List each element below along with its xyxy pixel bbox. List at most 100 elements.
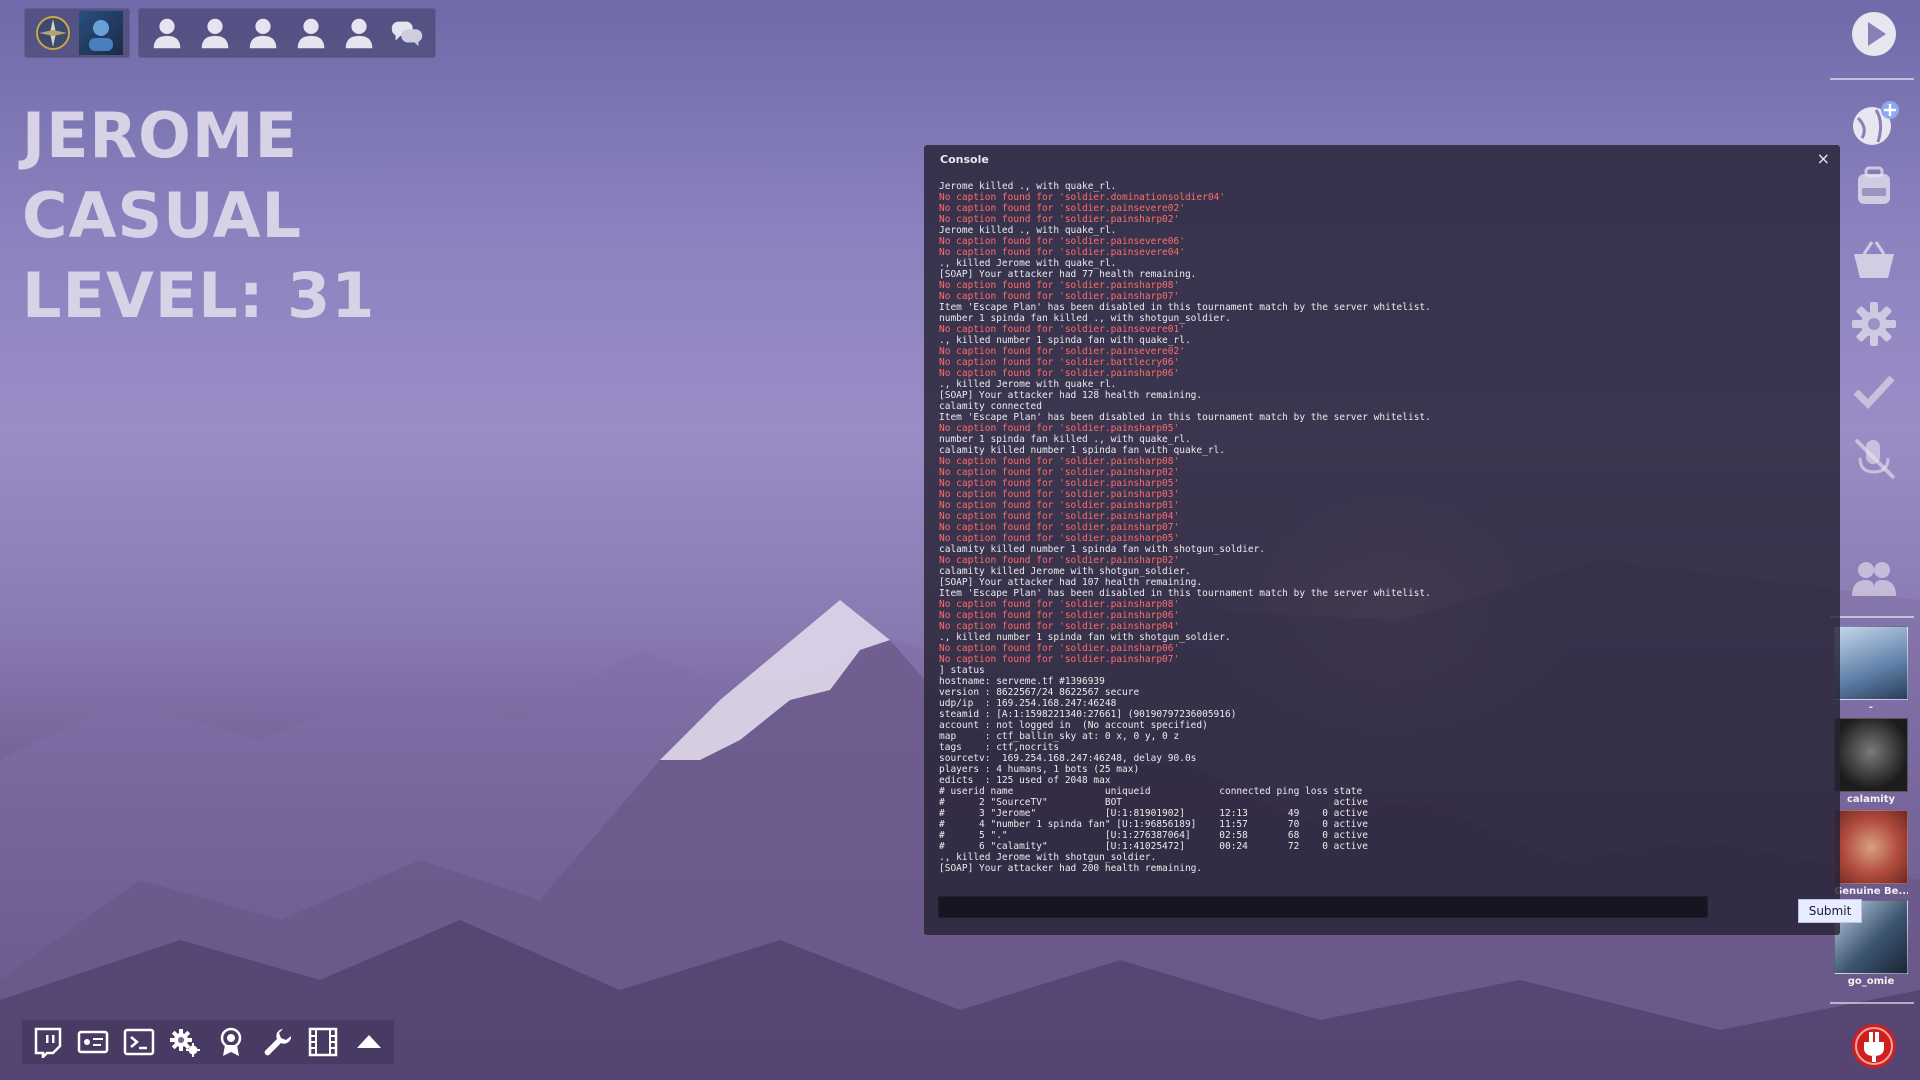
friend-item[interactable]: calamity (1834, 718, 1908, 805)
film-icon[interactable] (304, 1023, 342, 1061)
friend-name: calamity (1847, 794, 1895, 805)
submit-button[interactable]: Submit (1798, 899, 1862, 923)
console-error-line: No caption found for 'soldier.painsevere… (939, 324, 1185, 335)
divider (1830, 616, 1914, 618)
console-line: version : 8622567/24 8622567 secure (939, 687, 1140, 698)
console-line: Item 'Escape Plan' has been disabled in … (939, 302, 1431, 313)
avatar[interactable] (79, 11, 123, 55)
person-icon[interactable] (241, 11, 285, 55)
person-icon[interactable] (289, 11, 333, 55)
console-line: ., killed Jerome with quake_rl. (939, 379, 1117, 390)
console-line: Jerome killed ., with quake_rl. (939, 225, 1117, 236)
arrow-up-icon[interactable] (350, 1023, 388, 1061)
game-mode: CASUAL (22, 179, 303, 252)
bottom-toolbar (22, 1020, 394, 1064)
console-error-line: No caption found for 'soldier.painsharp0… (939, 500, 1180, 511)
console-icon[interactable] (120, 1023, 158, 1061)
party-bar (24, 8, 436, 58)
avatar[interactable] (1834, 718, 1908, 792)
console-error-line: No caption found for 'soldier.painsharp0… (939, 533, 1180, 544)
gear-icon[interactable] (1846, 296, 1902, 352)
replay-icon[interactable] (74, 1023, 112, 1061)
console-line: ] status (939, 665, 985, 676)
console-error-line: No caption found for 'soldier.painsharp0… (939, 522, 1180, 533)
console-error-line: No caption found for 'soldier.painsharp0… (939, 654, 1180, 665)
console-line: edicts : 125 used of 2048 max (939, 775, 1111, 786)
wrench-icon[interactable] (258, 1023, 296, 1061)
store-basket-icon[interactable] (1846, 232, 1902, 288)
console-title: Console (940, 153, 989, 166)
console-error-line: No caption found for 'soldier.painsharp0… (939, 423, 1180, 434)
person-icon[interactable] (193, 11, 237, 55)
achievements-icon[interactable] (212, 1023, 250, 1061)
backpack-icon[interactable] (1846, 158, 1902, 214)
console-error-line: No caption found for 'soldier.painsharp0… (939, 291, 1180, 302)
console-input[interactable] (938, 896, 1708, 918)
friend-name: Genuine Be... (1834, 886, 1908, 897)
person-icon[interactable] (337, 11, 381, 55)
power-plug-icon[interactable] (1846, 1018, 1902, 1074)
console-error-line: No caption found for 'soldier.painsevere… (939, 346, 1185, 357)
console-line: sourcetv: 169.254.168.247:46248, delay 9… (939, 753, 1197, 764)
console-error-line: No caption found for 'soldier.painsevere… (939, 203, 1185, 214)
friend-item[interactable]: - (1834, 626, 1908, 713)
party-slots (138, 8, 436, 58)
console-line: udp/ip : 169.254.168.247:46248 (939, 698, 1117, 709)
console-line: [SOAP] Your attacker had 128 health rema… (939, 390, 1203, 401)
console-error-line: No caption found for 'soldier.painsharp0… (939, 467, 1180, 478)
avatar[interactable] (1834, 810, 1908, 884)
console-line: # 2 "SourceTV" BOT active (939, 797, 1368, 808)
console-error-line: No caption found for 'soldier.painsharp0… (939, 489, 1180, 500)
close-icon[interactable]: × (1817, 149, 1830, 168)
console-line: calamity killed Jerome with shotgun_sold… (939, 566, 1191, 577)
divider (1830, 78, 1914, 80)
console-line: calamity killed number 1 spinda fan with… (939, 445, 1225, 456)
player-info: JEROME CASUAL LEVEL: 31 (22, 96, 375, 336)
compass-icon[interactable] (31, 11, 75, 55)
console-line: number 1 spinda fan killed ., with quake… (939, 434, 1191, 445)
console-line: steamid : [A:1:1598221340:27661] (901907… (939, 709, 1237, 720)
console-line: Jerome killed ., with quake_rl. (939, 181, 1117, 192)
muted-mic-icon[interactable] (1846, 430, 1902, 486)
console-line: # 6 "calamity" [U:1:41025472] 00:24 72 0… (939, 841, 1368, 852)
console-error-line: No caption found for 'soldier.painsharp0… (939, 511, 1180, 522)
twitch-icon[interactable] (28, 1023, 66, 1061)
console-window: Console × Jerome killed ., with quake_rl… (924, 145, 1862, 935)
console-error-line: No caption found for 'soldier.battlecry0… (939, 357, 1180, 368)
divider (1830, 1002, 1914, 1004)
console-error-line: No caption found for 'soldier.painsharp0… (939, 555, 1180, 566)
console-error-line: No caption found for 'soldier.painsharp0… (939, 478, 1180, 489)
console-line: calamity connected (939, 401, 1042, 412)
chat-bubbles-icon[interactable] (385, 11, 429, 55)
console-line: [SOAP] Your attacker had 77 health remai… (939, 269, 1197, 280)
console-line: ., killed number 1 spinda fan with shotg… (939, 632, 1231, 643)
console-error-line: No caption found for 'soldier.painsevere… (939, 236, 1185, 247)
console-error-line: No caption found for 'soldier.painsharp0… (939, 610, 1180, 621)
friends-icon[interactable] (1846, 550, 1902, 606)
console-line: [SOAP] Your attacker had 200 health rema… (939, 863, 1203, 874)
profile-box (24, 8, 130, 58)
console-error-line: No caption found for 'soldier.painsharp0… (939, 621, 1180, 632)
settings-gears-icon[interactable] (166, 1023, 204, 1061)
console-line: Item 'Escape Plan' has been disabled in … (939, 588, 1431, 599)
console-line: Item 'Escape Plan' has been disabled in … (939, 412, 1431, 423)
console-error-line: No caption found for 'soldier.painsharp0… (939, 214, 1180, 225)
console-line: ., killed number 1 spinda fan with quake… (939, 335, 1191, 346)
person-icon[interactable] (145, 11, 189, 55)
console-line: ., killed Jerome with quake_rl. (939, 258, 1117, 269)
checkmark-icon[interactable] (1846, 362, 1902, 418)
console-line: # 5 "." [U:1:276387064] 02:58 68 0 activ… (939, 830, 1368, 841)
console-error-line: No caption found for 'soldier.painsevere… (939, 247, 1185, 258)
avatar[interactable] (1834, 626, 1908, 700)
console-line: map : ctf_ballin_sky at: 0 x, 0 y, 0 z (939, 731, 1180, 742)
console-line: # userid name uniqueid connected ping lo… (939, 786, 1363, 797)
console-error-line: No caption found for 'soldier.painsharp0… (939, 599, 1180, 610)
console-line: hostname: serveme.tf #1396939 (939, 676, 1105, 687)
play-icon[interactable] (1846, 6, 1902, 62)
player-name: JEROME (22, 99, 298, 172)
friend-name: go_omie (1847, 976, 1895, 987)
console-line: # 4 "number 1 spinda fan" [U:1:96856189]… (939, 819, 1368, 830)
console-error-line: No caption found for 'soldier.painsharp0… (939, 280, 1180, 291)
friend-item[interactable]: Genuine Be... (1834, 810, 1908, 897)
globe-add-icon[interactable] (1846, 96, 1902, 152)
